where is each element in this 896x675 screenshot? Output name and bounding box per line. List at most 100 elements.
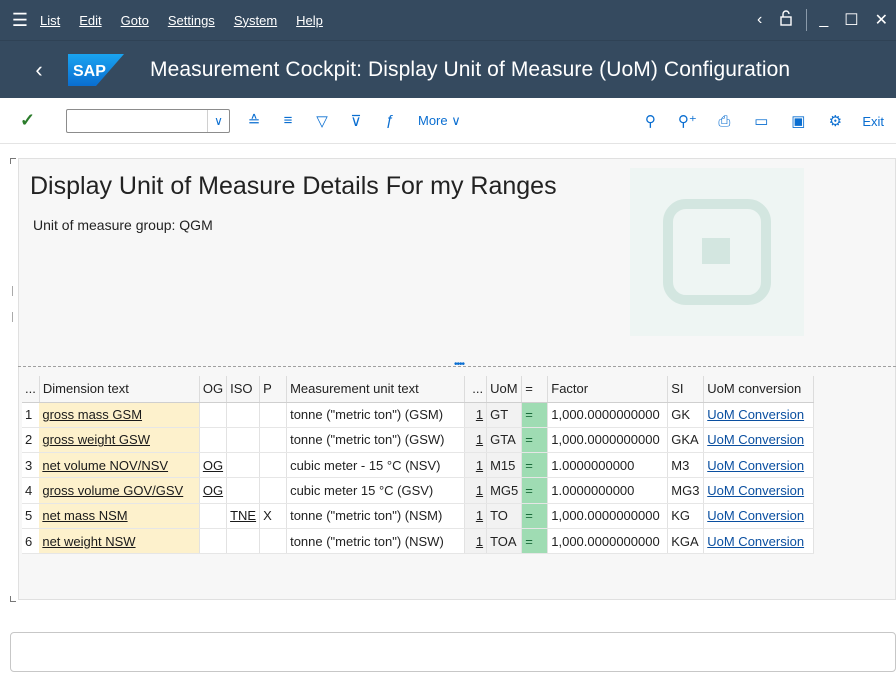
equals-cell: =: [521, 402, 549, 428]
maximize-icon[interactable]: ☐: [844, 10, 858, 30]
factor-cell: 1,000.0000000000: [547, 528, 669, 555]
col-p[interactable]: P: [259, 376, 288, 403]
uom-conversion-link[interactable]: UoM Conversion: [703, 528, 815, 555]
uom-conversion-link[interactable]: UoM Conversion: [703, 477, 815, 504]
iso-cell[interactable]: [226, 402, 261, 428]
uom-num-link[interactable]: 1: [464, 477, 488, 504]
uom-num-link[interactable]: 1: [464, 528, 488, 555]
window-layout-icon[interactable]: ▣: [788, 112, 808, 130]
menu-settings[interactable]: Settings: [168, 13, 215, 28]
menu-edit[interactable]: Edit: [79, 13, 101, 28]
col-factor[interactable]: Factor: [547, 376, 669, 403]
dimension-link[interactable]: net weight NSW: [39, 528, 200, 555]
iso-cell[interactable]: TNE: [226, 503, 261, 529]
p-cell: [259, 528, 288, 555]
uom-num-link[interactable]: 1: [464, 503, 488, 529]
unit-text-cell: tonne ("metric ton") (NSW): [286, 528, 466, 555]
uom-conversion-link[interactable]: UoM Conversion: [703, 427, 815, 454]
iso-cell[interactable]: [226, 427, 261, 454]
sap-logo: SAP: [68, 53, 124, 86]
unit-text-cell: cubic meter 15 °C (GSV): [286, 477, 466, 504]
minimize-icon[interactable]: _: [819, 11, 828, 29]
factor-cell: 1.0000000000: [547, 477, 669, 504]
new-window-icon[interactable]: ▭: [751, 112, 771, 130]
og-cell[interactable]: OG: [199, 477, 228, 504]
table-row: 3 net volume NOV/NSV OG cubic meter - 15…: [22, 452, 815, 479]
iso-cell[interactable]: [226, 477, 261, 504]
uom-conversion-link[interactable]: UoM Conversion: [703, 452, 815, 479]
col-conversion[interactable]: UoM conversion: [703, 376, 815, 403]
uom-conversion-link[interactable]: UoM Conversion: [703, 402, 815, 428]
col-rownum[interactable]: ...: [22, 376, 40, 403]
col-equals[interactable]: =: [521, 376, 549, 403]
uom-cell: TOA: [486, 528, 523, 555]
status-bar-field[interactable]: [10, 632, 896, 672]
divider: [12, 312, 13, 322]
splitter-dots[interactable]: ••••: [454, 359, 465, 370]
command-input[interactable]: [67, 109, 197, 132]
iso-cell[interactable]: [226, 452, 261, 479]
dimension-link[interactable]: net mass NSM: [39, 503, 200, 529]
p-cell: [259, 427, 288, 454]
col-uom[interactable]: UoM: [486, 376, 523, 403]
chevron-down-icon[interactable]: ∨: [207, 109, 229, 132]
lock-icon[interactable]: [778, 9, 794, 31]
iso-cell[interactable]: [226, 528, 261, 555]
splitter-handle[interactable]: ••••: [18, 359, 896, 372]
col-uom-num[interactable]: ...: [464, 376, 488, 403]
filter-clear-icon[interactable]: ⊽: [346, 112, 366, 130]
og-cell[interactable]: OG: [199, 452, 228, 479]
back-icon[interactable]: ‹: [22, 57, 56, 83]
menu-goto[interactable]: Goto: [121, 13, 149, 28]
search-next-icon[interactable]: ⚲⁺: [677, 112, 697, 130]
exit-button[interactable]: Exit: [862, 114, 884, 129]
checkmark-icon[interactable]: ✓: [20, 110, 46, 131]
uom-conversion-link[interactable]: UoM Conversion: [703, 503, 815, 529]
uom-group-label: Unit of measure group: QGM: [33, 217, 213, 233]
function-icon[interactable]: ƒ: [380, 112, 400, 129]
dimension-link[interactable]: gross mass GSM: [39, 402, 200, 428]
dimension-link[interactable]: gross weight GSW: [39, 427, 200, 454]
command-field[interactable]: ∨: [66, 108, 230, 133]
hamburger-menu-icon[interactable]: ☰: [0, 10, 40, 31]
content-area: Display Unit of Measure Details For my R…: [0, 144, 896, 675]
search-icon[interactable]: ⚲: [640, 112, 660, 130]
equals-cell: =: [521, 427, 549, 454]
factor-cell: 1,000.0000000000: [547, 503, 669, 529]
svg-text:SAP: SAP: [73, 63, 106, 80]
row-number: 4: [22, 477, 40, 504]
divider: [12, 286, 13, 296]
col-og[interactable]: OG: [199, 376, 228, 403]
filter-icon[interactable]: ▽: [312, 112, 332, 130]
dimension-link[interactable]: net volume NOV/NSV: [39, 452, 200, 479]
dimension-link[interactable]: gross volume GOV/GSV: [39, 477, 200, 504]
factor-cell: 1,000.0000000000: [547, 427, 669, 454]
close-icon[interactable]: ✕: [875, 10, 888, 30]
col-si[interactable]: SI: [667, 376, 705, 403]
settings-icon[interactable]: ⚙: [825, 112, 845, 130]
og-cell[interactable]: [199, 503, 228, 529]
col-iso[interactable]: ISO: [226, 376, 261, 403]
og-cell[interactable]: [199, 528, 228, 555]
corner-mark: [10, 158, 16, 164]
more-button[interactable]: More ∨: [418, 113, 461, 129]
p-cell: X: [259, 503, 288, 529]
chevron-left-icon[interactable]: ‹: [757, 11, 762, 29]
table-row: 2 gross weight GSW tonne ("metric ton") …: [22, 427, 815, 454]
sort-descending-icon[interactable]: ≡: [278, 112, 298, 129]
si-cell: MG3: [667, 477, 705, 504]
uom-num-link[interactable]: 1: [464, 452, 488, 479]
col-dimension[interactable]: Dimension text: [39, 376, 200, 403]
col-unit-text[interactable]: Measurement unit text: [286, 376, 466, 403]
print-icon[interactable]: ⎙: [714, 113, 734, 130]
row-number: 2: [22, 427, 40, 454]
uom-num-link[interactable]: 1: [464, 402, 488, 428]
menu-list[interactable]: List: [40, 13, 60, 28]
uom-num-link[interactable]: 1: [464, 427, 488, 454]
og-cell[interactable]: [199, 427, 228, 454]
sort-ascending-icon[interactable]: ≙: [244, 112, 264, 130]
menu-help[interactable]: Help: [296, 13, 323, 28]
og-cell[interactable]: [199, 402, 228, 428]
menu-system[interactable]: System: [234, 13, 277, 28]
table-row: 6 net weight NSW tonne ("metric ton") (N…: [22, 528, 815, 555]
